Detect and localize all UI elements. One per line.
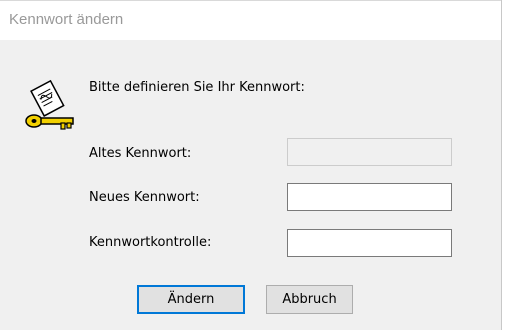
cancel-button[interactable]: Abbruch	[266, 285, 353, 314]
new-password-field[interactable]	[287, 183, 452, 211]
new-password-label: Neues Kennwort:	[89, 190, 200, 205]
old-password-label: Altes Kennwort:	[89, 146, 192, 161]
title-bar-border	[0, 0, 501, 1]
old-password-field	[287, 138, 452, 166]
instruction-text: Bitte definieren Sie Ihr Kennwort:	[89, 80, 305, 95]
window-title: Kennwort ändern	[9, 11, 124, 28]
confirm-password-label: Kennwortkontrolle:	[89, 235, 212, 250]
title-bar[interactable]: Kennwort ändern	[0, 0, 501, 40]
change-password-dialog: Kennwort ändern Bitte definieren Sie Ihr…	[0, 0, 502, 330]
change-button[interactable]: Ändern	[137, 285, 245, 314]
confirm-password-field[interactable]	[287, 229, 452, 257]
key-document-icon	[25, 79, 74, 130]
